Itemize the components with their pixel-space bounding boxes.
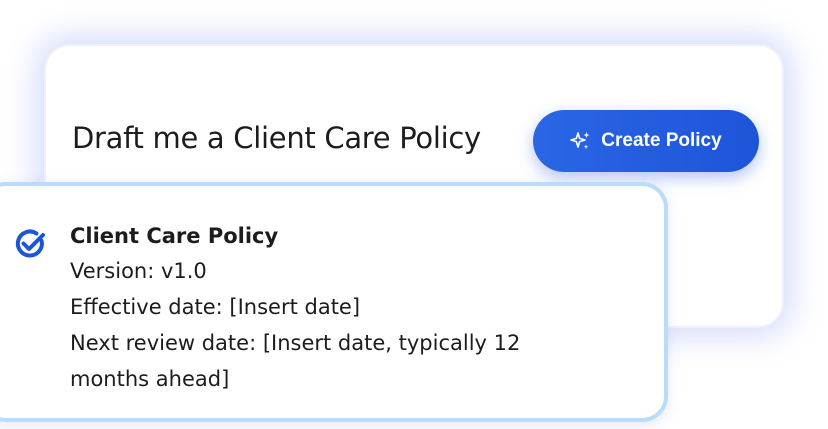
prompt-text: Draft me a Client Care Policy [72, 121, 481, 155]
stage: Draft me a Client Care Policy Create Pol… [0, 0, 828, 429]
version-line: Version: v1.0 [70, 259, 207, 283]
check-circle-icon [14, 228, 46, 260]
sparkle-icon [570, 130, 592, 152]
effective-date-line: Effective date: [Insert date] [70, 295, 361, 319]
next-review-date-line: Next review date: [Insert date, typicall… [70, 331, 521, 391]
policy-title: Client Care Policy [70, 224, 279, 248]
create-policy-button[interactable]: Create Policy [533, 110, 759, 172]
result-body: Client Care Policy Version: v1.0 Effecti… [70, 219, 630, 397]
create-policy-label: Create Policy [601, 130, 722, 151]
result-card: Client Care Policy Version: v1.0 Effecti… [0, 182, 668, 422]
